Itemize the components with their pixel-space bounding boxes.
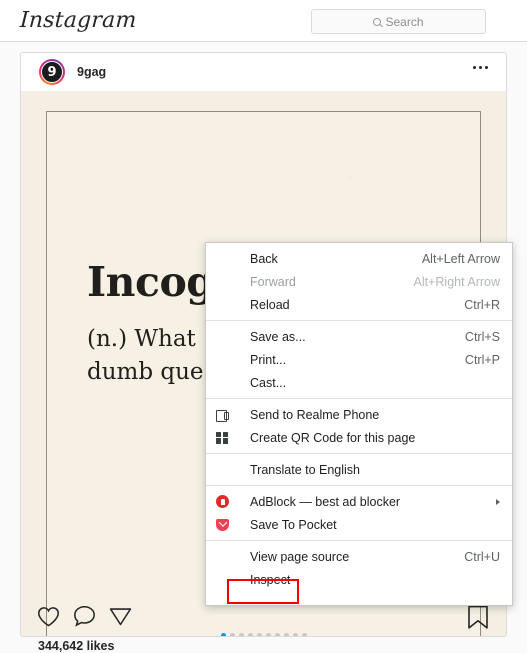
media-definition-line2: dumb que	[87, 359, 204, 386]
menu-separator	[206, 540, 512, 541]
menu-separator	[206, 485, 512, 486]
instagram-logo[interactable]: Instagram	[19, 8, 137, 33]
dot-icon	[479, 66, 482, 69]
menu-item-translate[interactable]: Translate to English	[206, 458, 512, 481]
menu-item-accelerator: Ctrl+R	[464, 297, 500, 312]
menu-item-label: View page source	[250, 549, 350, 564]
browser-context-menu[interactable]: Back Alt+Left Arrow Forward Alt+Right Ar…	[205, 242, 513, 606]
comment-icon[interactable]	[73, 605, 96, 627]
adblock-icon	[216, 495, 238, 508]
menu-item-accelerator: Alt+Right Arrow	[413, 274, 501, 289]
menu-item-accelerator: Ctrl+S	[464, 329, 500, 344]
avatar[interactable]: 9	[39, 59, 65, 85]
menu-item-label: AdBlock — best ad blocker	[250, 494, 401, 509]
menu-item-cast[interactable]: Cast...	[206, 371, 512, 394]
menu-item-label: Send to Realme Phone	[250, 407, 380, 422]
post-header: 9 9gag	[21, 53, 506, 91]
pocket-icon	[216, 518, 238, 531]
menu-item-label: Inspect	[250, 572, 291, 587]
avatar-initial: 9	[41, 61, 63, 83]
qr-code-icon	[216, 431, 238, 444]
menu-item-send-to-device[interactable]: Send to Realme Phone	[206, 403, 512, 426]
menu-item-back[interactable]: Back Alt+Left Arrow	[206, 247, 512, 270]
post-action-icons	[37, 605, 132, 627]
menu-item-forward: Forward Alt+Right Arrow	[206, 270, 512, 293]
search-icon	[373, 17, 382, 26]
menu-item-label: Create QR Code for this page	[250, 430, 416, 445]
menu-item-label: Translate to English	[250, 462, 361, 477]
search-input[interactable]: Search	[311, 9, 486, 34]
menu-item-reload[interactable]: Reload Ctrl+R	[206, 293, 512, 316]
menu-separator	[206, 398, 512, 399]
menu-item-accelerator: Ctrl+P	[464, 352, 500, 367]
search-placeholder: Search	[385, 14, 424, 29]
post-username[interactable]: 9gag	[77, 65, 106, 79]
top-navbar: Instagram Search	[0, 0, 527, 42]
menu-item-label: Forward	[250, 274, 296, 289]
menu-item-label: Reload	[250, 297, 290, 312]
menu-item-inspect[interactable]: Inspect	[206, 568, 512, 591]
dot-icon	[473, 66, 476, 69]
like-icon[interactable]	[37, 606, 60, 627]
menu-item-adblock[interactable]: AdBlock — best ad blocker	[206, 490, 512, 513]
menu-item-save-to-pocket[interactable]: Save To Pocket	[206, 513, 512, 536]
menu-item-label: Print...	[250, 352, 287, 367]
post-action-bar: 344,642 likes	[20, 601, 507, 653]
menu-item-save-as[interactable]: Save as... Ctrl+S	[206, 325, 512, 348]
menu-separator	[206, 453, 512, 454]
menu-item-accelerator: Alt+Left Arrow	[421, 251, 500, 266]
menu-item-label: Cast...	[250, 375, 287, 390]
chevron-right-icon	[496, 498, 500, 505]
dot-icon	[485, 66, 488, 69]
menu-item-view-page-source[interactable]: View page source Ctrl+U	[206, 545, 512, 568]
share-icon[interactable]	[109, 606, 132, 627]
bookmark-icon[interactable]	[467, 605, 489, 635]
menu-item-create-qr-code[interactable]: Create QR Code for this page	[206, 426, 512, 449]
menu-item-label: Back	[250, 251, 278, 266]
cast-device-icon	[216, 409, 238, 422]
post-more-options-button[interactable]	[473, 66, 488, 69]
media-definition-line1: (n.) What	[87, 326, 196, 352]
menu-item-label: Save as...	[250, 329, 306, 344]
menu-item-print[interactable]: Print... Ctrl+P	[206, 348, 512, 371]
menu-item-accelerator: Ctrl+U	[464, 549, 500, 564]
menu-item-label: Save To Pocket	[250, 517, 337, 532]
menu-separator	[206, 320, 512, 321]
